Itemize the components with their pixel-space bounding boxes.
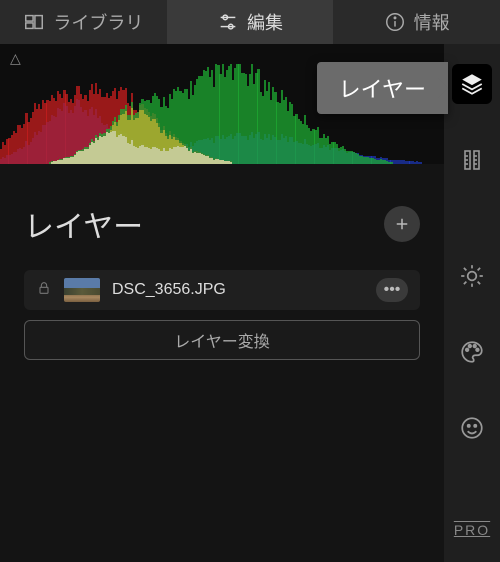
add-layer-button[interactable]	[384, 206, 420, 242]
layer-row[interactable]: DSC_3656.JPG •••	[24, 270, 420, 310]
plus-icon	[393, 215, 411, 233]
sun-icon	[459, 263, 485, 289]
histogram: △ レイヤー	[0, 44, 444, 164]
layer-convert-button[interactable]: レイヤー変換	[24, 320, 420, 360]
info-icon	[384, 11, 406, 33]
top-tabbar: ライブラリ 編集 情報	[0, 0, 500, 44]
layer-convert-label: レイヤー変換	[174, 334, 270, 351]
sliders-icon	[217, 11, 239, 33]
layers-tooltip-label: レイヤー	[339, 77, 426, 102]
pro-badge[interactable]: PRO	[454, 522, 490, 538]
sidebar-light-button[interactable]	[452, 256, 492, 296]
layers-tooltip: レイヤー	[317, 62, 448, 114]
smile-icon	[459, 415, 485, 441]
sidebar-color-button[interactable]	[452, 332, 492, 372]
tab-library[interactable]: ライブラリ	[0, 0, 167, 44]
sidebar-layers-button[interactable]	[452, 64, 492, 104]
tab-library-label: ライブラリ	[53, 9, 143, 35]
layer-name: DSC_3656.JPG	[112, 281, 364, 299]
layers-icon	[459, 71, 485, 97]
sidebar-crop-button[interactable]	[452, 140, 492, 180]
ruler-icon	[460, 148, 484, 172]
tab-edit[interactable]: 編集	[167, 0, 334, 44]
layers-title: レイヤー	[24, 202, 143, 246]
tab-info-label: 情報	[414, 9, 450, 35]
tab-edit-label: 編集	[247, 9, 283, 35]
ellipsis-icon: •••	[384, 281, 401, 299]
palette-icon	[459, 339, 485, 365]
layer-more-button[interactable]: •••	[376, 278, 408, 302]
tab-info[interactable]: 情報	[333, 0, 500, 44]
lock-icon	[36, 280, 52, 301]
library-icon	[23, 11, 45, 33]
layers-panel: レイヤー DSC_3656.JPG ••• レイヤー変	[0, 164, 444, 378]
right-sidebar: PRO	[444, 44, 500, 562]
sidebar-effects-button[interactable]	[452, 408, 492, 448]
layer-thumbnail	[64, 278, 100, 302]
main-panel: △ レイヤー レイヤー DSC_365	[0, 44, 444, 562]
